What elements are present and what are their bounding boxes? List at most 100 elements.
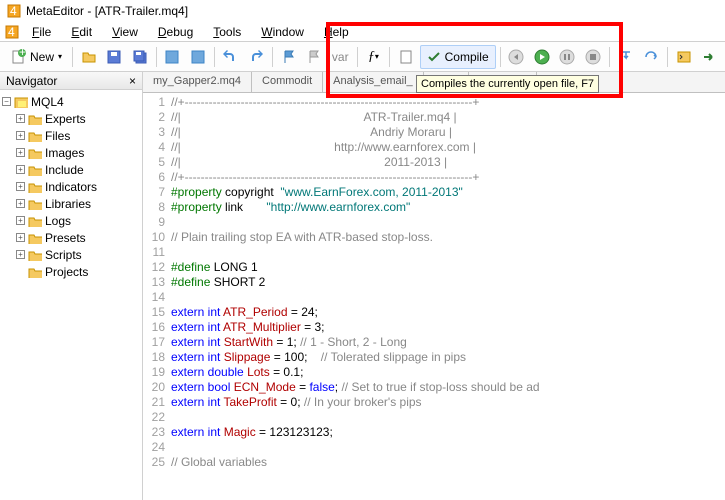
- step-over-button[interactable]: [639, 45, 663, 69]
- code-line[interactable]: 9: [143, 215, 725, 230]
- line-number: 9: [143, 215, 171, 230]
- editor-tab[interactable]: Analysis_email_: [323, 72, 423, 92]
- styler-button[interactable]: [394, 45, 418, 69]
- code-line[interactable]: 6//+------------------------------------…: [143, 170, 725, 185]
- menu-debug[interactable]: Debug: [148, 23, 203, 41]
- cut-button[interactable]: [161, 45, 185, 69]
- collapse-icon[interactable]: −: [2, 97, 11, 106]
- editor-tab[interactable]: Commodit: [252, 72, 323, 92]
- code-line[interactable]: 25// Global variables: [143, 455, 725, 470]
- tree-item-files[interactable]: +Files: [2, 127, 140, 144]
- save-button[interactable]: [103, 45, 127, 69]
- expand-icon[interactable]: +: [16, 165, 25, 174]
- new-icon: +: [10, 49, 26, 65]
- navigator-panel: Navigator × − MQL4 +Experts+Files+Images…: [0, 72, 143, 500]
- expand-icon[interactable]: +: [16, 199, 25, 208]
- save-all-icon: [132, 49, 148, 65]
- code-line[interactable]: 12#define LONG 1: [143, 260, 725, 275]
- debug-start-button[interactable]: [530, 45, 554, 69]
- line-number: 6: [143, 170, 171, 185]
- debug-back-button[interactable]: [505, 45, 529, 69]
- code-line[interactable]: 15extern int ATR_Period = 24;: [143, 305, 725, 320]
- menu-file[interactable]: File: [22, 23, 61, 41]
- code-line[interactable]: 13#define SHORT 2: [143, 275, 725, 290]
- expand-icon[interactable]: +: [16, 233, 25, 242]
- menu-edit[interactable]: Edit: [61, 23, 102, 41]
- function-button[interactable]: ƒ▾: [362, 45, 386, 69]
- toolbar: + New ▾ var ƒ▾ Compile: [0, 42, 725, 72]
- var-label: var: [328, 50, 353, 64]
- new-button[interactable]: + New ▾: [4, 45, 68, 69]
- tree-item-presets[interactable]: +Presets: [2, 229, 140, 246]
- code-line[interactable]: 20extern bool ECN_Mode = false; // Set t…: [143, 380, 725, 395]
- code-line[interactable]: 5//| 2011-2013 |: [143, 155, 725, 170]
- editor-tab[interactable]: my_Gapper2.mq4: [143, 72, 252, 92]
- tree-item-images[interactable]: +Images: [2, 144, 140, 161]
- code-line[interactable]: 16extern int ATR_Multiplier = 3;: [143, 320, 725, 335]
- menu-tools[interactable]: Tools: [203, 23, 251, 41]
- line-number: 19: [143, 365, 171, 380]
- code-line[interactable]: 23extern int Magic = 123123123;: [143, 425, 725, 440]
- compile-button[interactable]: Compile: [420, 45, 496, 69]
- expand-icon[interactable]: +: [16, 182, 25, 191]
- menu-help[interactable]: Help: [314, 23, 359, 41]
- check-icon: [427, 50, 441, 64]
- terminal-button[interactable]: [672, 45, 696, 69]
- close-icon[interactable]: ×: [129, 74, 136, 88]
- bookmark-prev-button[interactable]: [302, 45, 326, 69]
- step-over-icon: [643, 49, 659, 65]
- code-line[interactable]: 10// Plain trailing stop EA with ATR-bas…: [143, 230, 725, 245]
- open-button[interactable]: [77, 45, 101, 69]
- code-line[interactable]: 18extern int Slippage = 100; // Tolerate…: [143, 350, 725, 365]
- app-icon: 4: [6, 3, 22, 19]
- tree-item-logs[interactable]: +Logs: [2, 212, 140, 229]
- code-line[interactable]: 1//+------------------------------------…: [143, 95, 725, 110]
- menu-window[interactable]: Window: [251, 23, 314, 41]
- code-line[interactable]: 4//| http://www.earnforex.com |: [143, 140, 725, 155]
- tree-item-indicators[interactable]: +Indicators: [2, 178, 140, 195]
- code-line[interactable]: 11: [143, 245, 725, 260]
- expand-icon[interactable]: +: [16, 131, 25, 140]
- expand-icon[interactable]: +: [16, 250, 25, 259]
- code-line[interactable]: 24: [143, 440, 725, 455]
- cut-icon: [164, 49, 180, 65]
- line-number: 20: [143, 380, 171, 395]
- tree-item-libraries[interactable]: +Libraries: [2, 195, 140, 212]
- code-line[interactable]: 22: [143, 410, 725, 425]
- expand-icon[interactable]: +: [16, 216, 25, 225]
- code-editor[interactable]: 1//+------------------------------------…: [143, 93, 725, 472]
- tree-item-scripts[interactable]: +Scripts: [2, 246, 140, 263]
- svg-text:+: +: [19, 49, 26, 59]
- code-line[interactable]: 8#property link "http://www.earnforex.co…: [143, 200, 725, 215]
- code-line[interactable]: 21extern int TakeProfit = 0; // In your …: [143, 395, 725, 410]
- bookmark-button[interactable]: [277, 45, 301, 69]
- save-all-button[interactable]: [128, 45, 152, 69]
- send-button[interactable]: [697, 45, 721, 69]
- tree-item-include[interactable]: +Include: [2, 161, 140, 178]
- line-number: 21: [143, 395, 171, 410]
- folder-icon: [28, 113, 42, 125]
- tree-root[interactable]: − MQL4: [2, 93, 140, 110]
- copy-button[interactable]: [186, 45, 210, 69]
- code-line[interactable]: 7#property copyright "www.EarnForex.com,…: [143, 185, 725, 200]
- line-number: 12: [143, 260, 171, 275]
- folder-icon: [28, 232, 42, 244]
- code-line[interactable]: 3//| Andriy Moraru |: [143, 125, 725, 140]
- code-line[interactable]: 17extern int StartWith = 1; // 1 - Short…: [143, 335, 725, 350]
- code-line[interactable]: 19extern double Lots = 0.1;: [143, 365, 725, 380]
- tree-item-projects[interactable]: Projects: [2, 263, 140, 280]
- redo-button[interactable]: [244, 45, 268, 69]
- line-number: 24: [143, 440, 171, 455]
- debug-stop-button[interactable]: [581, 45, 605, 69]
- code-line[interactable]: 14: [143, 290, 725, 305]
- expand-icon[interactable]: +: [16, 148, 25, 157]
- step-into-button[interactable]: [614, 45, 638, 69]
- menu-view[interactable]: View: [102, 23, 148, 41]
- svg-text:4: 4: [8, 25, 15, 39]
- line-number: 5: [143, 155, 171, 170]
- expand-icon[interactable]: +: [16, 114, 25, 123]
- debug-pause-button[interactable]: [556, 45, 580, 69]
- undo-button[interactable]: [219, 45, 243, 69]
- code-line[interactable]: 2//| ATR-Trailer.mq4 |: [143, 110, 725, 125]
- tree-item-experts[interactable]: +Experts: [2, 110, 140, 127]
